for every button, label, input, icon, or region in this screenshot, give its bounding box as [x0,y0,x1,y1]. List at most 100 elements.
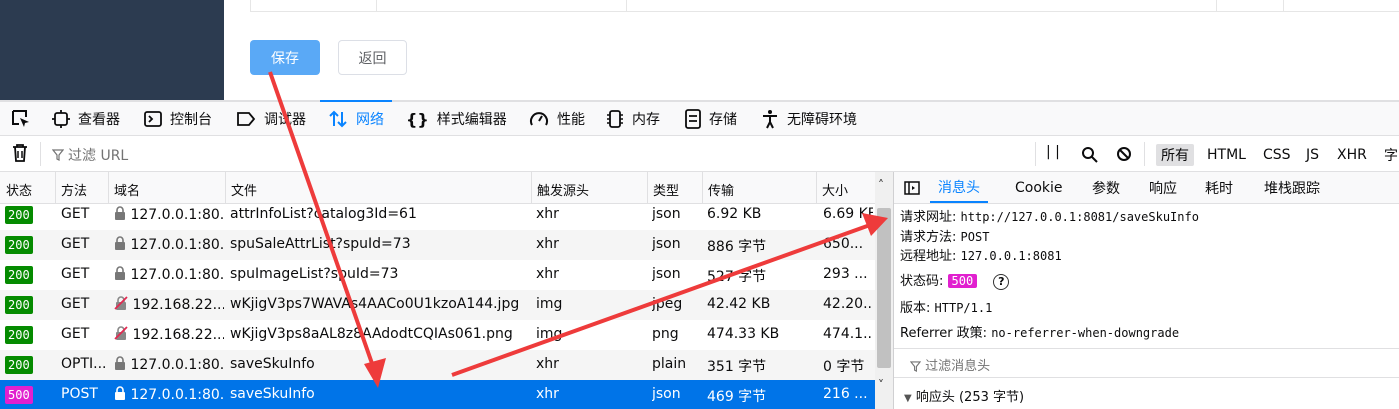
size-cell: 293 ... [823,266,868,282]
table-divider [626,0,627,12]
filter-xhr[interactable]: XHR [1332,144,1372,166]
tab-accessibility[interactable]: 无障碍环境 [761,102,857,136]
col-file[interactable]: 文件 [231,180,257,199]
request-list: 状态 方法 域名 文件 触发源头 类型 传输 大小 200 GET 127.0.0… [0,172,893,409]
save-button[interactable]: 保存 [250,40,320,75]
trash-icon[interactable] [11,143,29,163]
col-cause[interactable]: 触发源头 [537,180,589,199]
filter-all[interactable]: 所有 [1156,144,1194,166]
tab-network[interactable]: 网络 [320,100,392,136]
request-url-row: 请求网址: http://127.0.0.1:8081/saveSkuInfo [900,206,1199,225]
size-cell: 650... [823,236,864,252]
file-cell: spuImageList?spuId=73 [230,266,399,282]
scroll-down-icon[interactable]: ˅ [878,378,884,392]
help-icon[interactable]: ? [993,274,1010,290]
screenshot-root: 保存 返回 查看器 控制台 调试器 网络 {} 样式编辑器 性能 内存 存储 无… [0,0,1399,409]
tab-memory[interactable]: 内存 [606,102,660,136]
tab-inspector[interactable]: 查看器 [52,102,120,136]
file-cell: saveSkuInfo [230,386,315,402]
version-label: 版本: [900,301,931,316]
method-cell: GET [61,236,90,252]
insecure-lock-icon [114,296,128,314]
domain-text: 127.0.0.1:80... [130,387,224,403]
separator [1035,142,1036,166]
debugger-icon [237,112,256,126]
status-code-label: 状态码: [900,274,944,289]
method-cell: GET [61,266,90,282]
tab-stack-trace[interactable]: 堆栈跟踪 [1264,172,1320,203]
status-code: 200 [5,296,33,314]
tab-headers[interactable]: 消息头 [930,172,988,203]
col-transfer[interactable]: 传输 [708,180,734,199]
table-row[interactable]: 200 GET 127.0.0.1:80... attrInfoList?catal… [0,200,875,230]
request-method-value: POST [960,230,990,244]
table-row[interactable]: 200 OPTI... 127.0.0.1:80... saveSkuInfo xhr… [0,350,875,380]
col-status[interactable]: 状态 [6,180,32,199]
tab-params[interactable]: 参数 [1092,172,1120,203]
gauge-icon [530,112,548,126]
transfer-cell: 527 字节 [707,269,767,285]
tab-cookie[interactable]: Cookie [1015,172,1063,203]
size-cell: 42.20... [823,296,873,312]
status-code-row: 状态码: 500 ? [900,270,1010,290]
remote-address-label: 远程地址: [900,249,957,264]
type-cell: json [652,386,681,402]
block-icon[interactable] [1116,146,1132,162]
search-icon[interactable] [1081,146,1098,163]
domain-cell: 127.0.0.1:80... [114,356,224,374]
size-cell: 474.1... [823,326,873,342]
toggle-sidebar-icon[interactable] [904,181,920,195]
filter-css[interactable]: CSS [1258,144,1296,166]
tab-debugger[interactable]: 调试器 [236,102,306,136]
pause-icon[interactable]: | | [1046,144,1060,160]
tab-style-editor[interactable]: {} 样式编辑器 [406,102,507,136]
col-type[interactable]: 类型 [653,180,679,199]
table-row[interactable]: 200 GET 192.168.22... wKjigV3ps8aAL8z8AAdo… [0,320,875,350]
transfer-cell: 42.42 KB [707,296,771,312]
braces-icon: {} [406,109,429,129]
tab-storage[interactable]: 存储 [685,102,737,136]
tab-label: 查看器 [78,112,120,128]
status-code: 200 [5,356,33,374]
table-row[interactable]: 200 GET 127.0.0.1:80... spuImageList?spuId… [0,260,875,290]
col-method[interactable]: 方法 [61,180,87,199]
table-row[interactable]: 200 GET 192.168.22... wKjigV3ps7WAVAs4AACo… [0,290,875,320]
status-code: 200 [5,206,33,224]
lock-icon [114,206,126,224]
app-sidebar [0,0,224,100]
console-icon [144,111,162,127]
transfer-cell: 351 字节 [707,359,767,375]
filter-headers-input[interactable]: 过滤消息头 [894,348,1399,378]
back-button[interactable]: 返回 [338,40,407,75]
status-code: 200 [5,236,33,254]
method-cell: GET [61,296,90,312]
col-domain[interactable]: 域名 [114,180,140,199]
scroll-up-icon[interactable]: ˄ [878,178,884,192]
size-cell: 216 ... [823,386,868,402]
filter-html[interactable]: HTML [1202,144,1251,166]
scrollbar-thumb[interactable] [877,208,891,368]
file-cell: saveSkuInfo [230,356,315,372]
type-cell: png [652,326,679,342]
filter-js[interactable]: JS [1301,144,1324,166]
tab-console[interactable]: 控制台 [144,102,212,136]
tab-timings[interactable]: 耗时 [1205,172,1233,203]
status-code: 200 [5,326,33,344]
filter-headers-placeholder: 过滤消息头 [909,355,990,374]
element-picker-button[interactable] [10,102,32,136]
cause-cell: img [536,326,563,342]
lock-icon [114,236,126,254]
table-row[interactable]: 200 GET 127.0.0.1:80... spuSaleAttrList?sp… [0,230,875,260]
filter-url-input[interactable]: 过滤 URL [52,145,128,165]
method-cell: OPTI... [61,356,107,372]
table-row[interactable]: 500 POST 127.0.0.1:80... saveSkuInfo xhr jso… [0,380,875,409]
type-cell: json [652,236,681,252]
tab-performance[interactable]: 性能 [529,102,585,136]
tab-response[interactable]: 响应 [1149,172,1177,203]
filter-fonts[interactable]: 字 [1379,144,1399,166]
file-cell: attrInfoList?catalog3Id=61 [230,206,417,222]
domain-cell: 127.0.0.1:80... [114,386,224,404]
response-headers-section[interactable]: ▼ 响应头 (253 字节) [904,386,1024,405]
request-method-row: 请求方法: POST [900,226,989,245]
col-size[interactable]: 大小 [822,180,848,199]
